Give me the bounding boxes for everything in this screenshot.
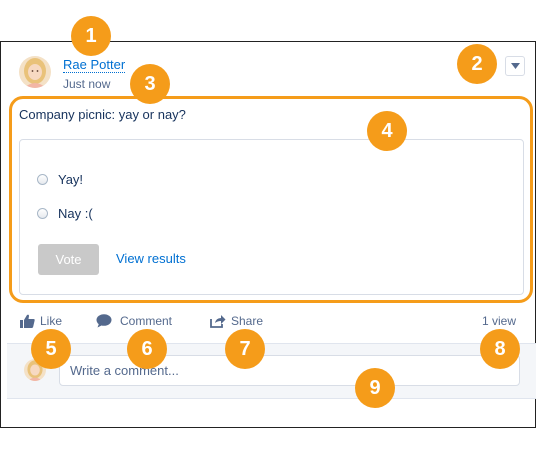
callout-marker: 4 bbox=[367, 111, 407, 151]
comment-label: Comment bbox=[120, 314, 173, 328]
view-count: 1 view bbox=[482, 314, 517, 328]
callout-marker: 2 bbox=[457, 44, 497, 84]
like-button[interactable]: Like bbox=[20, 314, 62, 328]
callout-marker: 6 bbox=[127, 329, 167, 369]
thumbs-up-icon bbox=[20, 314, 35, 328]
comment-bubble-icon bbox=[96, 314, 112, 328]
share-label: Share bbox=[231, 314, 264, 328]
post-menu-button[interactable] bbox=[505, 56, 525, 76]
callout-marker: 3 bbox=[130, 64, 170, 104]
callout-marker: 9 bbox=[355, 368, 395, 408]
share-button[interactable]: Share bbox=[210, 314, 263, 328]
author-avatar[interactable] bbox=[19, 56, 51, 88]
post-timestamp: Just now bbox=[63, 77, 111, 91]
comment-button[interactable]: Comment bbox=[96, 314, 172, 328]
share-icon bbox=[210, 315, 226, 328]
callout-marker: 7 bbox=[225, 329, 265, 369]
callout-marker: 1 bbox=[71, 16, 111, 56]
like-label: Like bbox=[40, 314, 63, 328]
poll-highlight-outline bbox=[9, 96, 533, 303]
callout-marker: 5 bbox=[31, 329, 71, 369]
chevron-down-icon bbox=[510, 63, 520, 69]
author-name-link[interactable]: Rae Potter bbox=[63, 58, 126, 73]
callout-marker: 8 bbox=[480, 329, 520, 369]
comment-input[interactable]: Write a comment... bbox=[59, 355, 520, 386]
